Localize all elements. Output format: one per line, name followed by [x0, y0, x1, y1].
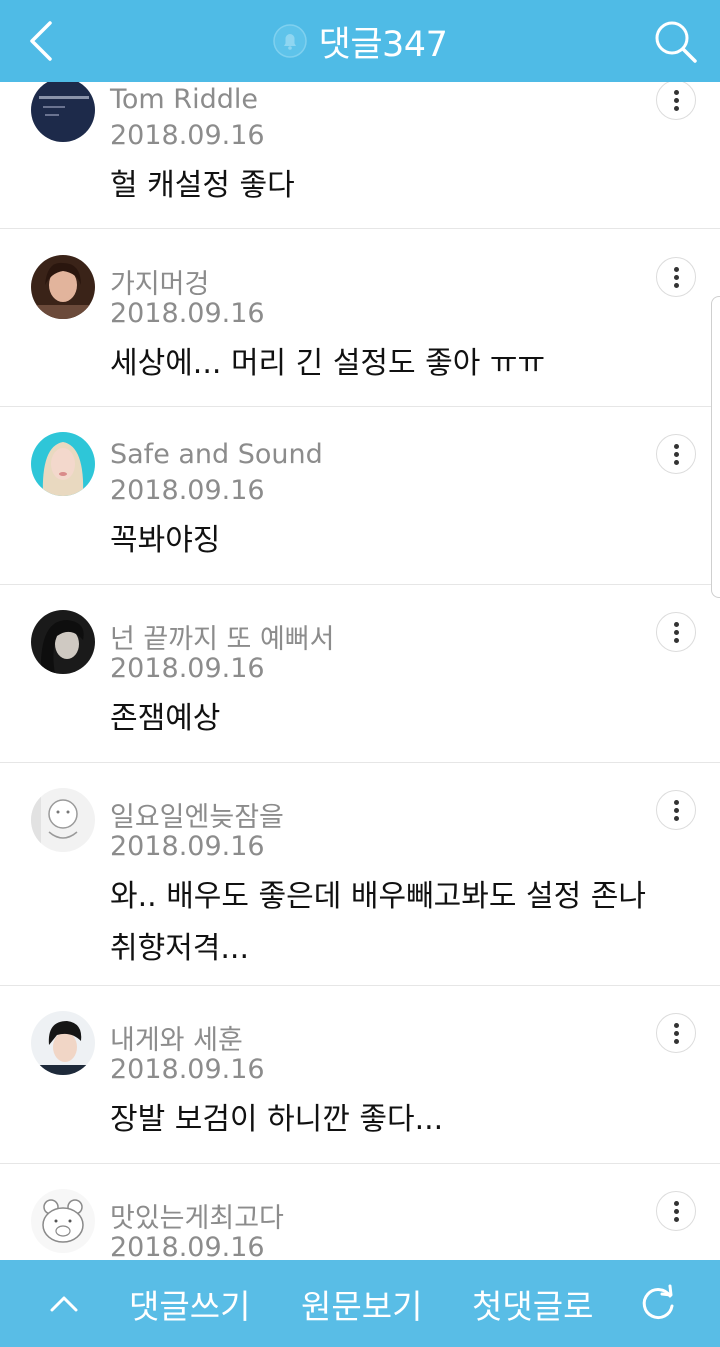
- avatar[interactable]: [31, 255, 95, 319]
- comment-date: 2018.09.16: [110, 1232, 265, 1260]
- avatar[interactable]: [31, 1011, 95, 1075]
- view-original-label: 원문보기: [301, 1286, 423, 1326]
- comment-item: 일요일엔늦잠을 2018.09.16 와.. 배우도 좋은데 배우빼고봐도 설정…: [0, 763, 720, 986]
- avatar[interactable]: [31, 1189, 95, 1253]
- comment-item: 가지머겅 2018.09.16 세상에... 머리 긴 설정도 좋아 ㅠㅠ: [0, 229, 720, 407]
- back-button[interactable]: [22, 17, 66, 65]
- scroll-top-button[interactable]: [44, 1260, 84, 1347]
- view-original-button[interactable]: 원문보기: [301, 1260, 422, 1347]
- comment-item: 내게와 세훈 2018.09.16 장발 보검이 하니깐 좋다...: [0, 986, 720, 1164]
- comment-list[interactable]: Tom Riddle 2018.09.16 헐 캐설정 좋다 가지머겅 2018…: [0, 82, 720, 1260]
- avatar[interactable]: [31, 788, 95, 852]
- more-options-button[interactable]: [656, 612, 696, 652]
- comment-date: 2018.09.16: [110, 298, 265, 329]
- comment-author[interactable]: 맛있는게최고다: [110, 1196, 284, 1235]
- more-options-button[interactable]: [656, 257, 696, 297]
- more-options-button[interactable]: [656, 82, 696, 120]
- avatar-image: [31, 432, 95, 496]
- comment-text: 와.. 배우도 좋은데 배우빼고봐도 설정 존나 취향저격...: [110, 879, 646, 966]
- first-comment-button[interactable]: 첫댓글로: [472, 1260, 593, 1347]
- comment-author[interactable]: Tom Riddle: [110, 84, 258, 115]
- comment-date: 2018.09.16: [110, 1054, 265, 1085]
- avatar[interactable]: [31, 610, 95, 674]
- bell-icon[interactable]: [272, 24, 307, 58]
- avatar-image: [31, 1189, 95, 1253]
- avatar-image: [31, 1011, 95, 1075]
- comment-date: 2018.09.16: [110, 475, 265, 506]
- avatar-image: [31, 610, 95, 674]
- comment-author[interactable]: 가지머겅: [110, 262, 209, 301]
- search-icon: [655, 21, 697, 63]
- avatar[interactable]: [31, 432, 95, 496]
- comment-text: 세상에... 머리 긴 설정도 좋아 ㅠㅠ: [110, 346, 546, 381]
- comment-date: 2018.09.16: [110, 653, 265, 684]
- comment-item: 넌 끝까지 또 예뻐서 2018.09.16 존잼예상: [0, 585, 720, 763]
- title-area: 댓글347: [0, 0, 720, 82]
- more-options-button[interactable]: [656, 790, 696, 830]
- write-comment-label: 댓글쓰기: [129, 1286, 251, 1326]
- search-button[interactable]: [650, 16, 702, 68]
- first-comment-label: 첫댓글로: [472, 1286, 594, 1326]
- comment-author[interactable]: 내게와 세훈: [110, 1018, 243, 1057]
- more-options-button[interactable]: [656, 1191, 696, 1231]
- avatar-image: [31, 82, 95, 142]
- chevron-left-icon: [30, 21, 52, 61]
- comment-date: 2018.09.16: [110, 120, 265, 151]
- comment-text: 존잼예상: [110, 701, 221, 736]
- avatar[interactable]: [31, 82, 95, 142]
- comment-text: 장발 보검이 하니깐 좋다...: [110, 1102, 444, 1137]
- comment-date: 2018.09.16: [110, 831, 265, 862]
- comment-text: 헐 캐설정 좋다: [110, 168, 295, 203]
- comment-text: 꼭봐야징: [110, 523, 221, 558]
- bottom-bar: 댓글쓰기 원문보기 첫댓글로: [0, 1260, 720, 1347]
- comment-author[interactable]: 넌 끝까지 또 예뻐서: [110, 617, 334, 656]
- comment-item: Safe and Sound 2018.09.16 꼭봐야징: [0, 407, 720, 585]
- refresh-icon: [642, 1284, 674, 1319]
- comment-author[interactable]: 일요일엔늦잠을: [110, 795, 284, 834]
- refresh-button[interactable]: [636, 1260, 680, 1347]
- avatar-image: [31, 255, 95, 319]
- scrollbar[interactable]: [711, 296, 720, 598]
- chevron-up-icon: [50, 1296, 78, 1311]
- top-bar: 댓글347: [0, 0, 720, 82]
- page-title: 댓글347: [318, 24, 448, 65]
- comment-author[interactable]: Safe and Sound: [110, 439, 323, 470]
- more-options-button[interactable]: [656, 1013, 696, 1053]
- more-options-button[interactable]: [656, 434, 696, 474]
- avatar-image: [31, 788, 95, 852]
- write-comment-button[interactable]: 댓글쓰기: [129, 1260, 250, 1347]
- comment-item: Tom Riddle 2018.09.16 헐 캐설정 좋다: [0, 82, 720, 229]
- comment-item: 맛있는게최고다 2018.09.16: [0, 1164, 720, 1260]
